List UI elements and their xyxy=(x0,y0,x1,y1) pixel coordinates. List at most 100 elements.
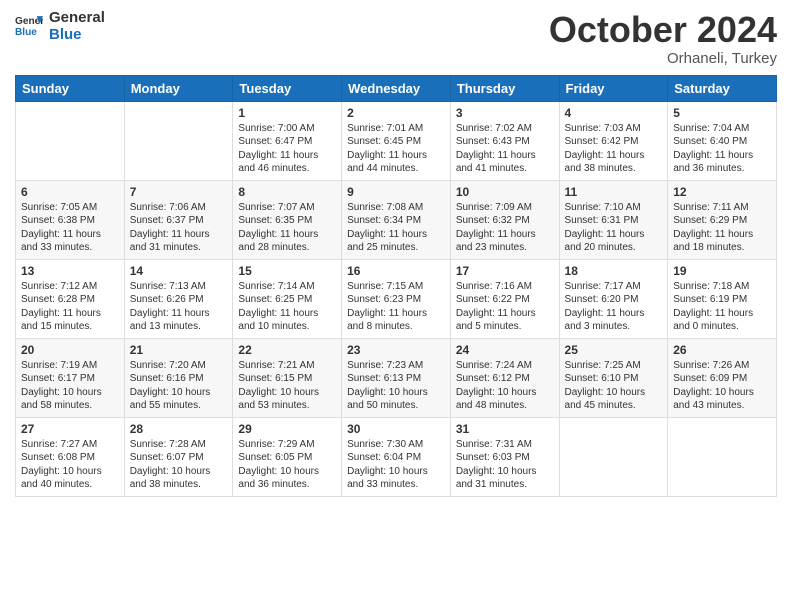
calendar-cell: 21Sunrise: 7:20 AMSunset: 6:16 PMDayligh… xyxy=(124,338,233,417)
month-title: October 2024 xyxy=(549,10,777,50)
calendar-table: SundayMondayTuesdayWednesdayThursdayFrid… xyxy=(15,75,777,497)
col-header-monday: Monday xyxy=(124,75,233,101)
cell-day-number: 26 xyxy=(673,343,771,357)
cell-info: Sunrise: 7:25 AMSunset: 6:10 PMDaylight:… xyxy=(565,359,663,413)
cell-info: Sunrise: 7:00 AMSunset: 6:47 PMDaylight:… xyxy=(238,122,336,176)
cell-day-number: 23 xyxy=(347,343,445,357)
cell-day-number: 1 xyxy=(238,106,336,120)
calendar-cell xyxy=(124,101,233,180)
calendar-cell: 19 Sunrise: 7:18 AMSunset: 6:19 PMDayligh… xyxy=(668,259,777,338)
cell-info: Sunrise: 7:31 AMSunset: 6:03 PMDaylight:… xyxy=(456,438,554,492)
cell-info: Sunrise: 7:11 AMSunset: 6:29 PMDaylight:… xyxy=(673,201,771,255)
col-header-sunday: Sunday xyxy=(16,75,125,101)
col-header-friday: Friday xyxy=(559,75,668,101)
svg-text:Blue: Blue xyxy=(15,26,37,37)
calendar-cell: 13Sunrise: 7:12 AMSunset: 6:28 PMDayligh… xyxy=(16,259,125,338)
title-block: October 2024 Orhaneli, Turkey xyxy=(549,10,777,67)
cell-info: Sunrise: 7:24 AMSunset: 6:12 PMDaylight:… xyxy=(456,359,554,413)
cell-day-number: 6 xyxy=(21,185,119,199)
week-row-5: 27Sunrise: 7:27 AMSunset: 6:08 PMDayligh… xyxy=(16,417,777,496)
calendar-cell: 11 Sunrise: 7:10 AMSunset: 6:31 PMDayligh… xyxy=(559,180,668,259)
calendar-cell xyxy=(668,417,777,496)
cell-info: Sunrise: 7:23 AMSunset: 6:13 PMDaylight:… xyxy=(347,359,445,413)
cell-info: Sunrise: 7:30 AMSunset: 6:04 PMDaylight:… xyxy=(347,438,445,492)
cell-day-number: 5 xyxy=(673,106,771,120)
cell-day-number: 22 xyxy=(238,343,336,357)
cell-day-number: 17 xyxy=(456,264,554,278)
cell-info: Sunrise: 7:09 AMSunset: 6:32 PMDaylight:… xyxy=(456,201,554,255)
cell-info: Sunrise: 7:20 AMSunset: 6:16 PMDaylight:… xyxy=(130,359,228,413)
cell-day-number: 30 xyxy=(347,422,445,436)
cell-info: Sunrise: 7:12 AMSunset: 6:28 PMDaylight:… xyxy=(21,280,119,334)
calendar-cell: 18Sunrise: 7:17 AMSunset: 6:20 PMDayligh… xyxy=(559,259,668,338)
calendar-cell: 30 Sunrise: 7:30 AMSunset: 6:04 PMDayligh… xyxy=(342,417,451,496)
logo: General Blue General Blue xyxy=(15,10,105,43)
cell-info: Sunrise: 7:06 AMSunset: 6:37 PMDaylight:… xyxy=(130,201,228,255)
cell-day-number: 16 xyxy=(347,264,445,278)
calendar-cell: 6 Sunrise: 7:05 AMSunset: 6:38 PMDaylight… xyxy=(16,180,125,259)
cell-day-number: 28 xyxy=(130,422,228,436)
cell-info: Sunrise: 7:15 AMSunset: 6:23 PMDaylight:… xyxy=(347,280,445,334)
cell-info: Sunrise: 7:19 AMSunset: 6:17 PMDaylight:… xyxy=(21,359,119,413)
week-row-1: 1 Sunrise: 7:00 AMSunset: 6:47 PMDaylight… xyxy=(16,101,777,180)
calendar-cell: 8 Sunrise: 7:07 AMSunset: 6:35 PMDaylight… xyxy=(233,180,342,259)
calendar-cell: 28Sunrise: 7:28 AMSunset: 6:07 PMDayligh… xyxy=(124,417,233,496)
logo-general: General xyxy=(49,10,105,27)
calendar-cell: 26 Sunrise: 7:26 AMSunset: 6:09 PMDayligh… xyxy=(668,338,777,417)
cell-day-number: 25 xyxy=(565,343,663,357)
cell-info: Sunrise: 7:16 AMSunset: 6:22 PMDaylight:… xyxy=(456,280,554,334)
calendar-cell: 2Sunrise: 7:01 AMSunset: 6:45 PMDaylight… xyxy=(342,101,451,180)
calendar-cell: 22 Sunrise: 7:21 AMSunset: 6:15 PMDayligh… xyxy=(233,338,342,417)
cell-day-number: 9 xyxy=(347,185,445,199)
calendar-cell: 29Sunrise: 7:29 AMSunset: 6:05 PMDayligh… xyxy=(233,417,342,496)
calendar-cell: 3Sunrise: 7:02 AMSunset: 6:43 PMDaylight… xyxy=(450,101,559,180)
cell-info: Sunrise: 7:10 AMSunset: 6:31 PMDaylight:… xyxy=(565,201,663,255)
cell-info: Sunrise: 7:26 AMSunset: 6:09 PMDaylight:… xyxy=(673,359,771,413)
cell-day-number: 18 xyxy=(565,264,663,278)
cell-day-number: 7 xyxy=(130,185,228,199)
cell-day-number: 24 xyxy=(456,343,554,357)
calendar-cell: 31Sunrise: 7:31 AMSunset: 6:03 PMDayligh… xyxy=(450,417,559,496)
header-row: SundayMondayTuesdayWednesdayThursdayFrid… xyxy=(16,75,777,101)
calendar-cell: 27Sunrise: 7:27 AMSunset: 6:08 PMDayligh… xyxy=(16,417,125,496)
week-row-2: 6 Sunrise: 7:05 AMSunset: 6:38 PMDaylight… xyxy=(16,180,777,259)
cell-info: Sunrise: 7:21 AMSunset: 6:15 PMDaylight:… xyxy=(238,359,336,413)
cell-day-number: 19 xyxy=(673,264,771,278)
calendar-cell: 17 Sunrise: 7:16 AMSunset: 6:22 PMDayligh… xyxy=(450,259,559,338)
calendar-cell: 9Sunrise: 7:08 AMSunset: 6:34 PMDaylight… xyxy=(342,180,451,259)
location-subtitle: Orhaneli, Turkey xyxy=(549,50,777,67)
cell-day-number: 12 xyxy=(673,185,771,199)
cell-info: Sunrise: 7:04 AMSunset: 6:40 PMDaylight:… xyxy=(673,122,771,176)
cell-info: Sunrise: 7:05 AMSunset: 6:38 PMDaylight:… xyxy=(21,201,119,255)
calendar-cell: 10 Sunrise: 7:09 AMSunset: 6:32 PMDayligh… xyxy=(450,180,559,259)
cell-day-number: 20 xyxy=(21,343,119,357)
cell-day-number: 14 xyxy=(130,264,228,278)
calendar-cell: 12 Sunrise: 7:11 AMSunset: 6:29 PMDayligh… xyxy=(668,180,777,259)
cell-day-number: 10 xyxy=(456,185,554,199)
col-header-wednesday: Wednesday xyxy=(342,75,451,101)
col-header-saturday: Saturday xyxy=(668,75,777,101)
cell-info: Sunrise: 7:01 AMSunset: 6:45 PMDaylight:… xyxy=(347,122,445,176)
header: General Blue General Blue October 2024 O… xyxy=(15,10,777,67)
cell-info: Sunrise: 7:02 AMSunset: 6:43 PMDaylight:… xyxy=(456,122,554,176)
cell-info: Sunrise: 7:14 AMSunset: 6:25 PMDaylight:… xyxy=(238,280,336,334)
calendar-cell: 5 Sunrise: 7:04 AMSunset: 6:40 PMDaylight… xyxy=(668,101,777,180)
calendar-cell: 16 Sunrise: 7:15 AMSunset: 6:23 PMDayligh… xyxy=(342,259,451,338)
cell-day-number: 11 xyxy=(565,185,663,199)
cell-info: Sunrise: 7:29 AMSunset: 6:05 PMDaylight:… xyxy=(238,438,336,492)
calendar-page: General Blue General Blue October 2024 O… xyxy=(0,0,792,612)
col-header-thursday: Thursday xyxy=(450,75,559,101)
week-row-3: 13Sunrise: 7:12 AMSunset: 6:28 PMDayligh… xyxy=(16,259,777,338)
calendar-cell: 15Sunrise: 7:14 AMSunset: 6:25 PMDayligh… xyxy=(233,259,342,338)
calendar-cell: 4 Sunrise: 7:03 AMSunset: 6:42 PMDaylight… xyxy=(559,101,668,180)
cell-day-number: 4 xyxy=(565,106,663,120)
calendar-cell: 23 Sunrise: 7:23 AMSunset: 6:13 PMDayligh… xyxy=(342,338,451,417)
cell-info: Sunrise: 7:07 AMSunset: 6:35 PMDaylight:… xyxy=(238,201,336,255)
cell-info: Sunrise: 7:03 AMSunset: 6:42 PMDaylight:… xyxy=(565,122,663,176)
week-row-4: 20 Sunrise: 7:19 AMSunset: 6:17 PMDayligh… xyxy=(16,338,777,417)
cell-day-number: 8 xyxy=(238,185,336,199)
cell-info: Sunrise: 7:18 AMSunset: 6:19 PMDaylight:… xyxy=(673,280,771,334)
calendar-cell: 7 Sunrise: 7:06 AMSunset: 6:37 PMDaylight… xyxy=(124,180,233,259)
calendar-cell: 25 Sunrise: 7:25 AMSunset: 6:10 PMDayligh… xyxy=(559,338,668,417)
calendar-cell: 24 Sunrise: 7:24 AMSunset: 6:12 PMDayligh… xyxy=(450,338,559,417)
